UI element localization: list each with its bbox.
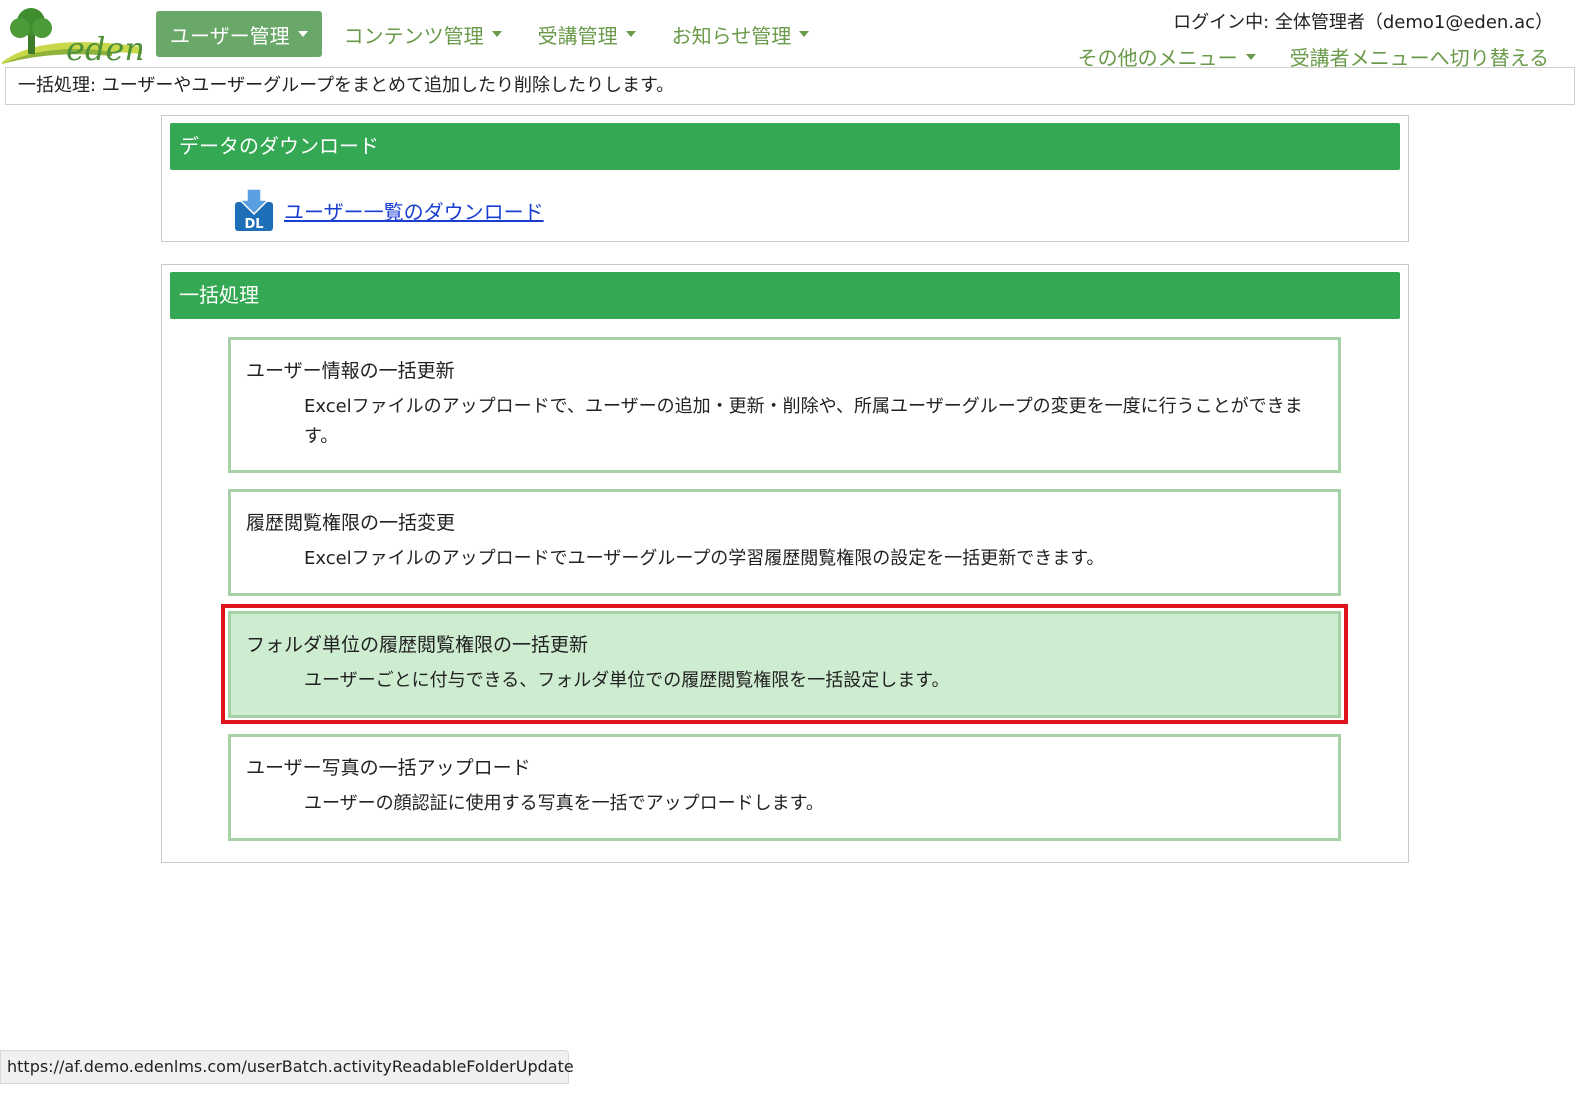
main-nav: ユーザー管理 コンテンツ管理 受講管理 お知らせ管理 — [156, 11, 831, 57]
download-panel: データのダウンロード DL ユーザー一覧のダウンロード — [161, 115, 1409, 242]
card-description: ユーザーの顔認証に使用する写真を一括でアップロードします。 — [304, 793, 824, 814]
card-description: ユーザーごとに付与できる、フォルダ単位での履歴閲覧権限を一括設定します。 — [304, 670, 950, 691]
batch-panel-title: 一括処理 — [170, 272, 1400, 319]
download-icon[interactable]: DL — [234, 188, 274, 232]
card-title: 履歴閲覧権限の一括変更 — [246, 512, 456, 534]
caret-down-icon — [625, 31, 636, 37]
download-panel-title: データのダウンロード — [170, 123, 1400, 170]
svg-text:DL: DL — [244, 217, 263, 232]
nav-label: 受講管理 — [537, 23, 618, 48]
caret-down-icon — [799, 31, 810, 37]
page-description: 一括処理: ユーザーやユーザーグループをまとめて追加したり削除したりします。 — [5, 67, 1575, 105]
nav-label: コンテンツ管理 — [343, 23, 484, 48]
caret-down-icon — [491, 31, 502, 37]
card-description: Excelファイルのアップロードで、ユーザーの追加・更新・削除や、所属ユーザーグ… — [304, 396, 1303, 447]
nav-user-management[interactable]: ユーザー管理 — [156, 11, 322, 57]
header: eden ユーザー管理 コンテンツ管理 受講管理 お知らせ管理 ログイン中: 全… — [0, 0, 1587, 70]
nav-course-management[interactable]: 受講管理 — [524, 11, 650, 57]
caret-down-icon — [297, 31, 308, 37]
card-user-info-update[interactable]: ユーザー情報の一括更新 Excelファイルのアップロードで、ユーザーの追加・更新… — [228, 337, 1341, 473]
nav-notice-management[interactable]: お知らせ管理 — [658, 11, 824, 57]
card-user-photo-upload[interactable]: ユーザー写真の一括アップロード ユーザーの顔認証に使用する写真を一括でアップロー… — [228, 734, 1341, 841]
user-list-download-link[interactable]: ユーザー一覧のダウンロード — [284, 196, 544, 225]
login-info: ログイン中: 全体管理者（demo1@eden.ac） — [1173, 12, 1553, 33]
nav-label: お知らせ管理 — [671, 23, 792, 48]
batch-panel: 一括処理 ユーザー情報の一括更新 Excelファイルのアップロードで、ユーザーの… — [161, 264, 1409, 863]
card-title: フォルダ単位の履歴閲覧権限の一括更新 — [246, 634, 589, 656]
status-bar-url: https://af.demo.edenlms.com/userBatch.ac… — [0, 1050, 574, 1084]
card-title: ユーザー情報の一括更新 — [246, 360, 455, 382]
eden-logo[interactable]: eden — [2, 2, 145, 68]
caret-down-icon — [1245, 53, 1256, 60]
nav-label: ユーザー管理 — [170, 23, 290, 48]
card-title: ユーザー写真の一括アップロード — [246, 757, 531, 779]
card-description: Excelファイルのアップロードでユーザーグループの学習履歴閲覧権限の設定を一括… — [304, 548, 1105, 569]
svg-text:eden: eden — [66, 30, 142, 64]
nav-content-management[interactable]: コンテンツ管理 — [330, 11, 516, 57]
card-history-permission-change[interactable]: 履歴閲覧権限の一括変更 Excelファイルのアップロードでユーザーグループの学習… — [228, 489, 1341, 596]
download-row: DL ユーザー一覧のダウンロード — [234, 188, 544, 232]
card-folder-history-permission-update[interactable]: フォルダ単位の履歴閲覧権限の一括更新 ユーザーごとに付与できる、フォルダ単位での… — [228, 611, 1341, 718]
